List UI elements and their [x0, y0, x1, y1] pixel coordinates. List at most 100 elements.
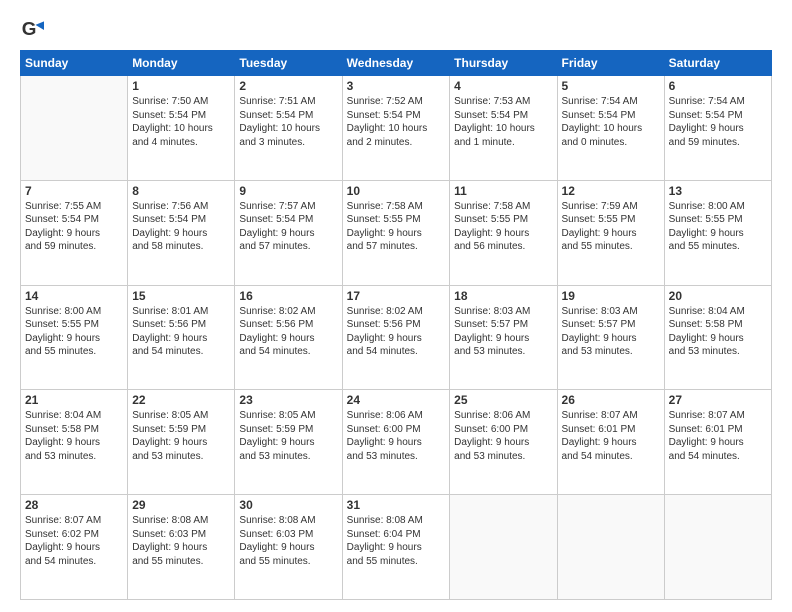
day-number: 16	[239, 289, 337, 303]
calendar-cell: 9Sunrise: 7:57 AM Sunset: 5:54 PM Daylig…	[235, 180, 342, 285]
calendar-week-row: 28 Sunrise: 8:07 AM Sunset: 6:02 PM Dayli…	[21, 495, 772, 600]
cell-info: Sunrise: 8:07 AM Sunset: 6:01 PM Dayligh…	[562, 409, 660, 463]
calendar-cell: 19 Sunrise: 8:03 AM Sunset: 5:57 PM Dayli…	[557, 285, 664, 390]
day-number: 13	[669, 184, 767, 198]
cell-info: Sunrise: 8:03 AM Sunset: 5:57 PM Dayligh…	[562, 305, 660, 359]
calendar-cell: 21 Sunrise: 8:04 AM Sunset: 5:58 PM Dayli…	[21, 390, 128, 495]
weekday-header-tuesday: Tuesday	[235, 51, 342, 76]
weekday-header-monday: Monday	[128, 51, 235, 76]
page-header: G	[20, 18, 772, 42]
calendar-cell: 26Sunrise: 8:07 AM Sunset: 6:01 PM Dayli…	[557, 390, 664, 495]
calendar-cell	[664, 495, 771, 600]
day-number: 22	[132, 393, 230, 407]
calendar-week-row: 14Sunrise: 8:00 AM Sunset: 5:55 PM Dayli…	[21, 285, 772, 390]
day-number: 2	[239, 79, 337, 93]
cell-info: Sunrise: 7:50 AM Sunset: 5:54 PM Dayligh…	[132, 95, 230, 149]
day-number: 29	[132, 498, 230, 512]
calendar-cell: 11 Sunrise: 7:58 AM Sunset: 5:55 PM Dayli…	[450, 180, 557, 285]
cell-info: Sunrise: 7:58 AM Sunset: 5:55 PM Dayligh…	[347, 200, 446, 254]
day-number: 3	[347, 79, 446, 93]
day-number: 15	[132, 289, 230, 303]
cell-info: Sunrise: 7:53 AM Sunset: 5:54 PM Dayligh…	[454, 95, 552, 149]
cell-info: Sunrise: 8:06 AM Sunset: 6:00 PM Dayligh…	[347, 409, 446, 463]
day-number: 4	[454, 79, 552, 93]
cell-info: Sunrise: 8:02 AM Sunset: 5:56 PM Dayligh…	[347, 305, 446, 359]
cell-info: Sunrise: 8:04 AM Sunset: 5:58 PM Dayligh…	[669, 305, 767, 359]
cell-info: Sunrise: 8:08 AM Sunset: 6:03 PM Dayligh…	[239, 514, 337, 568]
day-number: 28	[25, 498, 123, 512]
cell-info: Sunrise: 8:00 AM Sunset: 5:55 PM Dayligh…	[669, 200, 767, 254]
day-number: 24	[347, 393, 446, 407]
day-number: 6	[669, 79, 767, 93]
calendar-cell: 12 Sunrise: 7:59 AM Sunset: 5:55 PM Dayli…	[557, 180, 664, 285]
cell-info: Sunrise: 8:03 AM Sunset: 5:57 PM Dayligh…	[454, 305, 552, 359]
calendar-cell: 29 Sunrise: 8:08 AM Sunset: 6:03 PM Dayli…	[128, 495, 235, 600]
logo: G	[20, 18, 48, 42]
calendar-cell: 2 Sunrise: 7:51 AM Sunset: 5:54 PM Daylig…	[235, 76, 342, 181]
day-number: 9	[239, 184, 337, 198]
cell-info: Sunrise: 8:05 AM Sunset: 5:59 PM Dayligh…	[132, 409, 230, 463]
cell-info: Sunrise: 7:52 AM Sunset: 5:54 PM Dayligh…	[347, 95, 446, 149]
cell-info: Sunrise: 8:00 AM Sunset: 5:55 PM Dayligh…	[25, 305, 123, 359]
calendar-week-row: 1 Sunrise: 7:50 AM Sunset: 5:54 PM Daylig…	[21, 76, 772, 181]
day-number: 7	[25, 184, 123, 198]
calendar-cell: 3 Sunrise: 7:52 AM Sunset: 5:54 PM Daylig…	[342, 76, 450, 181]
weekday-header-saturday: Saturday	[664, 51, 771, 76]
weekday-header-wednesday: Wednesday	[342, 51, 450, 76]
cell-info: Sunrise: 7:59 AM Sunset: 5:55 PM Dayligh…	[562, 200, 660, 254]
calendar-cell: 13 Sunrise: 8:00 AM Sunset: 5:55 PM Dayli…	[664, 180, 771, 285]
logo-icon: G	[20, 18, 44, 42]
day-number: 19	[562, 289, 660, 303]
calendar-header-row: SundayMondayTuesdayWednesdayThursdayFrid…	[21, 51, 772, 76]
calendar-week-row: 7 Sunrise: 7:55 AM Sunset: 5:54 PM Daylig…	[21, 180, 772, 285]
weekday-header-sunday: Sunday	[21, 51, 128, 76]
calendar-cell: 22 Sunrise: 8:05 AM Sunset: 5:59 PM Dayli…	[128, 390, 235, 495]
weekday-header-thursday: Thursday	[450, 51, 557, 76]
calendar-cell: 28 Sunrise: 8:07 AM Sunset: 6:02 PM Dayli…	[21, 495, 128, 600]
cell-info: Sunrise: 8:07 AM Sunset: 6:01 PM Dayligh…	[669, 409, 767, 463]
cell-info: Sunrise: 7:58 AM Sunset: 5:55 PM Dayligh…	[454, 200, 552, 254]
calendar-table: SundayMondayTuesdayWednesdayThursdayFrid…	[20, 50, 772, 600]
day-number: 23	[239, 393, 337, 407]
day-number: 25	[454, 393, 552, 407]
calendar-cell: 7 Sunrise: 7:55 AM Sunset: 5:54 PM Daylig…	[21, 180, 128, 285]
day-number: 12	[562, 184, 660, 198]
calendar-cell: 18Sunrise: 8:03 AM Sunset: 5:57 PM Dayli…	[450, 285, 557, 390]
cell-info: Sunrise: 7:54 AM Sunset: 5:54 PM Dayligh…	[562, 95, 660, 149]
calendar-cell: 30 Sunrise: 8:08 AM Sunset: 6:03 PM Dayli…	[235, 495, 342, 600]
calendar-cell: 1 Sunrise: 7:50 AM Sunset: 5:54 PM Daylig…	[128, 76, 235, 181]
calendar-week-row: 21 Sunrise: 8:04 AM Sunset: 5:58 PM Dayli…	[21, 390, 772, 495]
day-number: 30	[239, 498, 337, 512]
day-number: 17	[347, 289, 446, 303]
cell-info: Sunrise: 7:55 AM Sunset: 5:54 PM Dayligh…	[25, 200, 123, 254]
day-number: 1	[132, 79, 230, 93]
cell-info: Sunrise: 8:08 AM Sunset: 6:03 PM Dayligh…	[132, 514, 230, 568]
cell-info: Sunrise: 8:02 AM Sunset: 5:56 PM Dayligh…	[239, 305, 337, 359]
calendar-cell: 25Sunrise: 8:06 AM Sunset: 6:00 PM Dayli…	[450, 390, 557, 495]
cell-info: Sunrise: 8:08 AM Sunset: 6:04 PM Dayligh…	[347, 514, 446, 568]
cell-info: Sunrise: 8:01 AM Sunset: 5:56 PM Dayligh…	[132, 305, 230, 359]
calendar-cell: 24 Sunrise: 8:06 AM Sunset: 6:00 PM Dayli…	[342, 390, 450, 495]
calendar-cell: 14Sunrise: 8:00 AM Sunset: 5:55 PM Dayli…	[21, 285, 128, 390]
calendar-cell: 10 Sunrise: 7:58 AM Sunset: 5:55 PM Dayli…	[342, 180, 450, 285]
cell-info: Sunrise: 8:07 AM Sunset: 6:02 PM Dayligh…	[25, 514, 123, 568]
day-number: 21	[25, 393, 123, 407]
calendar-cell: 15 Sunrise: 8:01 AM Sunset: 5:56 PM Dayli…	[128, 285, 235, 390]
day-number: 10	[347, 184, 446, 198]
calendar-cell	[557, 495, 664, 600]
calendar-cell	[21, 76, 128, 181]
cell-info: Sunrise: 8:04 AM Sunset: 5:58 PM Dayligh…	[25, 409, 123, 463]
calendar-cell: 17 Sunrise: 8:02 AM Sunset: 5:56 PM Dayli…	[342, 285, 450, 390]
calendar-cell: 20 Sunrise: 8:04 AM Sunset: 5:58 PM Dayli…	[664, 285, 771, 390]
calendar-cell: 5Sunrise: 7:54 AM Sunset: 5:54 PM Daylig…	[557, 76, 664, 181]
calendar-cell: 23 Sunrise: 8:05 AM Sunset: 5:59 PM Dayli…	[235, 390, 342, 495]
day-number: 11	[454, 184, 552, 198]
cell-info: Sunrise: 7:51 AM Sunset: 5:54 PM Dayligh…	[239, 95, 337, 149]
calendar-cell: 8Sunrise: 7:56 AM Sunset: 5:54 PM Daylig…	[128, 180, 235, 285]
calendar-cell	[450, 495, 557, 600]
cell-info: Sunrise: 8:05 AM Sunset: 5:59 PM Dayligh…	[239, 409, 337, 463]
day-number: 27	[669, 393, 767, 407]
cell-info: Sunrise: 7:54 AM Sunset: 5:54 PM Dayligh…	[669, 95, 767, 149]
weekday-header-friday: Friday	[557, 51, 664, 76]
day-number: 20	[669, 289, 767, 303]
